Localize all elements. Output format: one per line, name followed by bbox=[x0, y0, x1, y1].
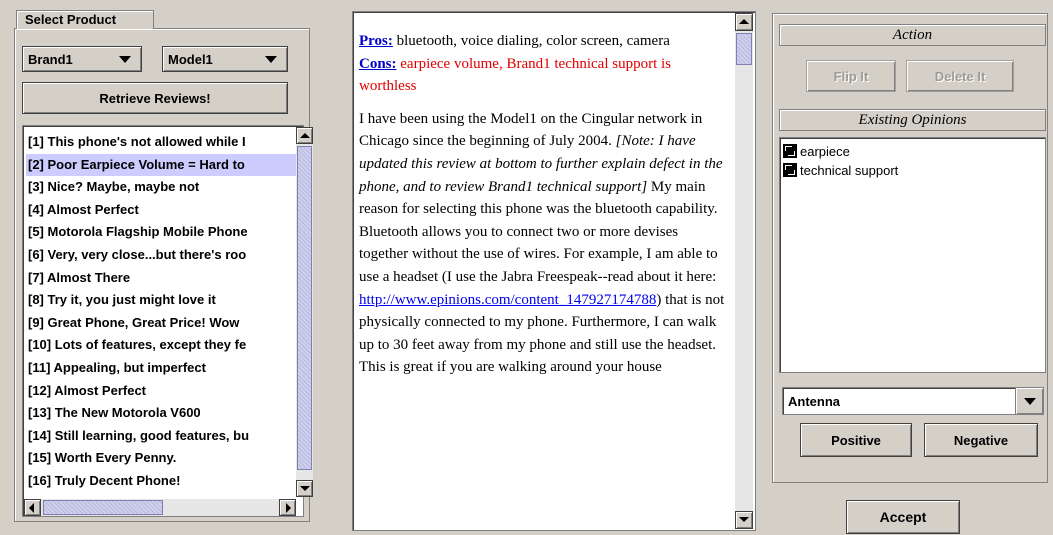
review-list-item[interactable]: [13] The New Motorola V600 bbox=[26, 402, 296, 425]
review-list-item[interactable]: [15] Worth Every Penny. bbox=[26, 447, 296, 470]
review-list-item[interactable]: [10] Lots of features, except they fe bbox=[26, 334, 296, 357]
cons-line: Cons: earpiece volume, Brand1 technical … bbox=[359, 53, 729, 98]
review-text-pane[interactable]: Pros: bluetooth, voice dialing, color sc… bbox=[352, 11, 756, 531]
review-list-item[interactable]: [16] Truly Decent Phone! bbox=[26, 470, 296, 493]
scroll-thumb[interactable] bbox=[297, 146, 312, 470]
retrieve-reviews-button[interactable]: Retrieve Reviews! bbox=[22, 82, 288, 114]
accept-button[interactable]: Accept bbox=[846, 500, 960, 534]
arrow-left-icon bbox=[29, 503, 34, 513]
existing-opinions-list[interactable]: earpiece technical support bbox=[779, 137, 1046, 373]
chevron-down-icon bbox=[119, 56, 131, 63]
arrow-down-icon bbox=[739, 517, 749, 522]
brand-dropdown[interactable]: Brand1 bbox=[22, 46, 142, 72]
opinion-item[interactable]: earpiece bbox=[783, 142, 850, 160]
scroll-up-button[interactable] bbox=[735, 13, 753, 31]
cons-text: earpiece volume, Brand1 technical suppor… bbox=[359, 55, 672, 95]
attribute-dropdown[interactable]: Antenna bbox=[782, 387, 1044, 415]
pros-line: Pros: bluetooth, voice dialing, color sc… bbox=[359, 30, 729, 53]
arrow-right-icon bbox=[286, 503, 291, 513]
flip-it-button[interactable]: Flip It bbox=[806, 60, 896, 92]
chevron-down-icon[interactable] bbox=[1015, 388, 1043, 414]
existing-opinions-header: Existing Opinions bbox=[779, 109, 1046, 131]
review-content: Pros: bluetooth, voice dialing, color sc… bbox=[359, 30, 729, 379]
attribute-value: Antenna bbox=[788, 394, 840, 409]
scroll-thumb[interactable] bbox=[43, 500, 163, 515]
scroll-thumb[interactable] bbox=[736, 33, 752, 65]
flip-icon bbox=[783, 163, 797, 177]
model-dropdown[interactable]: Model1 bbox=[162, 46, 288, 72]
review-vertical-scrollbar[interactable] bbox=[735, 13, 753, 529]
scroll-left-button[interactable] bbox=[24, 499, 41, 516]
flip-icon bbox=[783, 144, 797, 158]
select-product-tab[interactable]: Select Product bbox=[16, 10, 154, 29]
review-items: [1] This phone's not allowed while I [2] … bbox=[23, 126, 303, 493]
review-list-item[interactable]: [5] Motorola Flagship Mobile Phone bbox=[26, 221, 296, 244]
delete-it-button[interactable]: Delete It bbox=[906, 60, 1014, 92]
model-value: Model1 bbox=[168, 52, 213, 67]
opinion-label: technical support bbox=[800, 162, 899, 178]
scroll-up-button[interactable] bbox=[296, 127, 313, 144]
scroll-down-button[interactable] bbox=[296, 480, 313, 497]
review-list-item[interactable]: [11] Appealing, but imperfect bbox=[26, 357, 296, 380]
action-header: Action bbox=[779, 24, 1046, 46]
review-list-item[interactable]: [1] This phone's not allowed while I bbox=[26, 131, 296, 154]
pros-text: bluetooth, voice dialing, color screen, … bbox=[392, 33, 670, 49]
brand-value: Brand1 bbox=[28, 52, 73, 67]
review-list-item[interactable]: [3] Nice? Maybe, maybe not bbox=[26, 176, 296, 199]
review-list-item[interactable]: [6] Very, very close...but there's roo bbox=[26, 244, 296, 267]
scroll-down-button[interactable] bbox=[735, 511, 753, 529]
review-body: I have been using the Model1 on the Cing… bbox=[359, 108, 729, 379]
positive-button[interactable]: Positive bbox=[800, 423, 912, 457]
arrow-up-icon bbox=[300, 133, 310, 138]
chevron-down-icon bbox=[265, 56, 277, 63]
scroll-right-button[interactable] bbox=[279, 499, 296, 516]
review-list-item[interactable]: [14] Still learning, good features, bu bbox=[26, 425, 296, 448]
review-list-item[interactable]: [7] Almost There bbox=[26, 267, 296, 290]
negative-button[interactable]: Negative bbox=[924, 423, 1038, 457]
epinions-link[interactable]: http://www.epinions.com/content_14792717… bbox=[359, 292, 656, 308]
pros-label[interactable]: Pros: bbox=[359, 33, 393, 49]
review-list[interactable]: [1] This phone's not allowed while I [2] … bbox=[22, 125, 304, 517]
review-list-vertical-scrollbar[interactable] bbox=[296, 127, 313, 497]
review-list-item[interactable]: [12] Almost Perfect bbox=[26, 380, 296, 403]
review-list-item[interactable]: [8] Try it, you just might love it bbox=[26, 289, 296, 312]
review-list-item[interactable]: [9] Great Phone, Great Price! Wow bbox=[26, 312, 296, 335]
review-list-item[interactable]: [4] Almost Perfect bbox=[26, 199, 296, 222]
review-list-item[interactable]: [2] Poor Earpiece Volume = Hard to bbox=[26, 153, 296, 177]
review-list-horizontal-scrollbar[interactable] bbox=[24, 499, 296, 516]
arrow-up-icon bbox=[739, 19, 749, 24]
opinion-item[interactable]: technical support bbox=[783, 161, 898, 179]
arrow-down-icon bbox=[300, 486, 310, 491]
cons-label[interactable]: Cons: bbox=[359, 56, 397, 72]
opinion-label: earpiece bbox=[800, 143, 850, 159]
